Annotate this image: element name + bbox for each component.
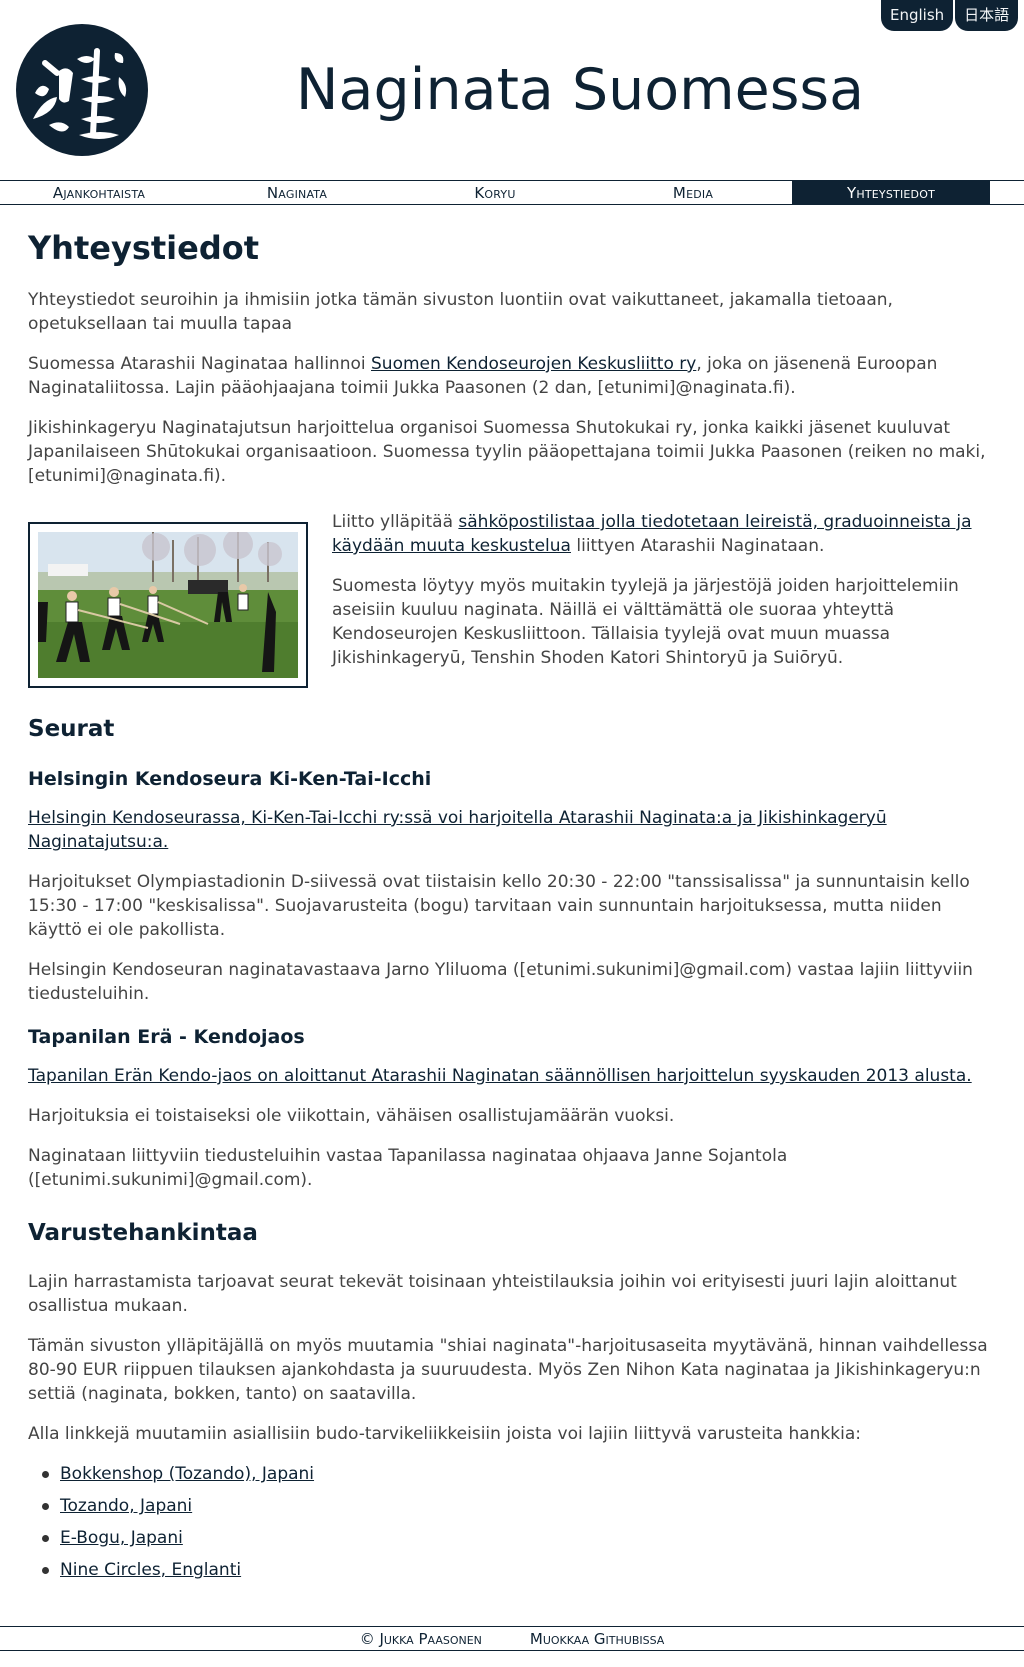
bullet-icon xyxy=(42,1567,49,1574)
shop-link-bokkenshop[interactable]: Bokkenshop (Tozando), Japani xyxy=(60,1464,314,1484)
federation-text-before: Suomessa Atarashii Naginataa hallinnoi xyxy=(28,354,372,374)
list-item: Tozando, Japani xyxy=(42,1494,998,1526)
equipment-paragraph-2: Tämän sivuston ylläpitäjällä on myös muu… xyxy=(28,1336,988,1404)
mailing-list-text-before: Liitto ylläpitää xyxy=(332,512,459,532)
site-title: Naginata Suomessa xyxy=(295,57,865,123)
helsinki-club-heading: Helsingin Kendoseura Ki-Ken-Tai-Icchi xyxy=(28,768,432,790)
helsinki-club-link-paragraph: Helsingin Kendoseurassa, Ki-Ken-Tai-Icch… xyxy=(28,806,998,854)
equipment-paragraph-3: Alla linkkejä muutamiin asiallisiin budo… xyxy=(28,1424,861,1444)
intro-paragraph: Yhteystiedot seuroihin ja ihmisiin jotka… xyxy=(28,290,893,334)
bullet-icon xyxy=(42,1471,49,1478)
mailing-list-text-after: liittyen Atarashii Naginataan. xyxy=(570,536,825,556)
tapanila-schedule-paragraph: Harjoituksia ei toistaiseksi ole viikott… xyxy=(28,1106,675,1126)
tapanila-club-link-paragraph: Tapanilan Erän Kendo-jaos on aloittanut … xyxy=(28,1064,998,1088)
list-item: Bokkenshop (Tozando), Japani xyxy=(42,1462,998,1494)
nav-item-koryu[interactable]: Koryu xyxy=(396,181,594,204)
language-switcher: English 日本語 xyxy=(881,0,1019,31)
photo-row: Liitto ylläpitää sähköpostilistaa jolla … xyxy=(28,510,998,688)
nav-item-naginata[interactable]: Naginata xyxy=(198,181,396,204)
shop-link-nine-circles[interactable]: Nine Circles, Englanti xyxy=(60,1560,241,1580)
clubs-heading: Seurat xyxy=(28,716,115,742)
main-nav: Ajankohtaista Naginata Koryu Media Yhtey… xyxy=(0,180,1024,205)
bullet-icon xyxy=(42,1503,49,1510)
page-title: Yhteystiedot xyxy=(28,229,260,267)
lang-english-button[interactable]: English xyxy=(881,0,954,31)
jikishinkageryu-paragraph: Jikishinkageryu Naginatajutsun harjoitte… xyxy=(28,418,986,486)
tapanila-club-link[interactable]: Tapanilan Erän Kendo-jaos on aloittanut … xyxy=(28,1066,972,1086)
helsinki-schedule-paragraph: Harjoitukset Olympiastadionin D-siivessä… xyxy=(28,872,970,940)
outdoor-training-photo-image xyxy=(38,532,298,678)
helsinki-contact-paragraph: Helsingin Kendoseuran naginatavastaava J… xyxy=(28,960,973,1004)
other-styles-paragraph: Suomesta löytyy myös muitakin tyylejä ja… xyxy=(332,576,959,668)
equipment-paragraph-1: Lajin harrastamista tarjoavat seurat tek… xyxy=(28,1272,957,1316)
lang-japanese-button[interactable]: 日本語 xyxy=(955,0,1019,31)
footer: © Jukka Paasonen Muokkaa Githubissa xyxy=(0,1626,1024,1651)
equipment-heading: Varustehankintaa xyxy=(28,1220,258,1246)
helsinki-club-link[interactable]: Helsingin Kendoseurassa, Ki-Ken-Tai-Icch… xyxy=(28,808,887,852)
mailing-list-paragraph: Liitto ylläpitää sähköpostilistaa jolla … xyxy=(332,510,998,558)
shop-list: Bokkenshop (Tozando), Japani Tozando, Ja… xyxy=(28,1462,998,1590)
shop-link-ebogu[interactable]: E-Bogu, Japani xyxy=(60,1528,183,1548)
nav-item-media[interactable]: Media xyxy=(594,181,792,204)
training-photo xyxy=(28,522,308,688)
photo-side-text: Liitto ylläpitää sähköpostilistaa jolla … xyxy=(332,510,998,686)
site-logo[interactable] xyxy=(15,23,149,157)
nav-item-ajankohtaista[interactable]: Ajankohtaista xyxy=(0,181,198,204)
tapanila-contact-paragraph: Naginataan liittyviin tiedusteluihin vas… xyxy=(28,1146,788,1190)
federation-link[interactable]: Suomen Kendoseurojen Keskusliitto ry xyxy=(371,354,696,374)
federation-paragraph: Suomessa Atarashii Naginataa hallinnoi S… xyxy=(28,352,998,400)
naginata-kanji-logo-icon xyxy=(16,24,148,156)
bullet-icon xyxy=(42,1535,49,1542)
shop-link-tozando[interactable]: Tozando, Japani xyxy=(60,1496,192,1516)
list-item: E-Bogu, Japani xyxy=(42,1526,998,1558)
footer-edit-on-github-link[interactable]: Muokkaa Githubissa xyxy=(530,1627,664,1651)
nav-item-yhteystiedot[interactable]: Yhteystiedot xyxy=(792,181,990,204)
list-item: Nine Circles, Englanti xyxy=(42,1558,998,1590)
main-content: Yhteystiedot Yhteystiedot seuroihin ja i… xyxy=(28,220,998,1590)
footer-copyright[interactable]: © Jukka Paasonen xyxy=(360,1627,482,1651)
tapanila-club-heading: Tapanilan Erä - Kendojaos xyxy=(28,1026,305,1048)
